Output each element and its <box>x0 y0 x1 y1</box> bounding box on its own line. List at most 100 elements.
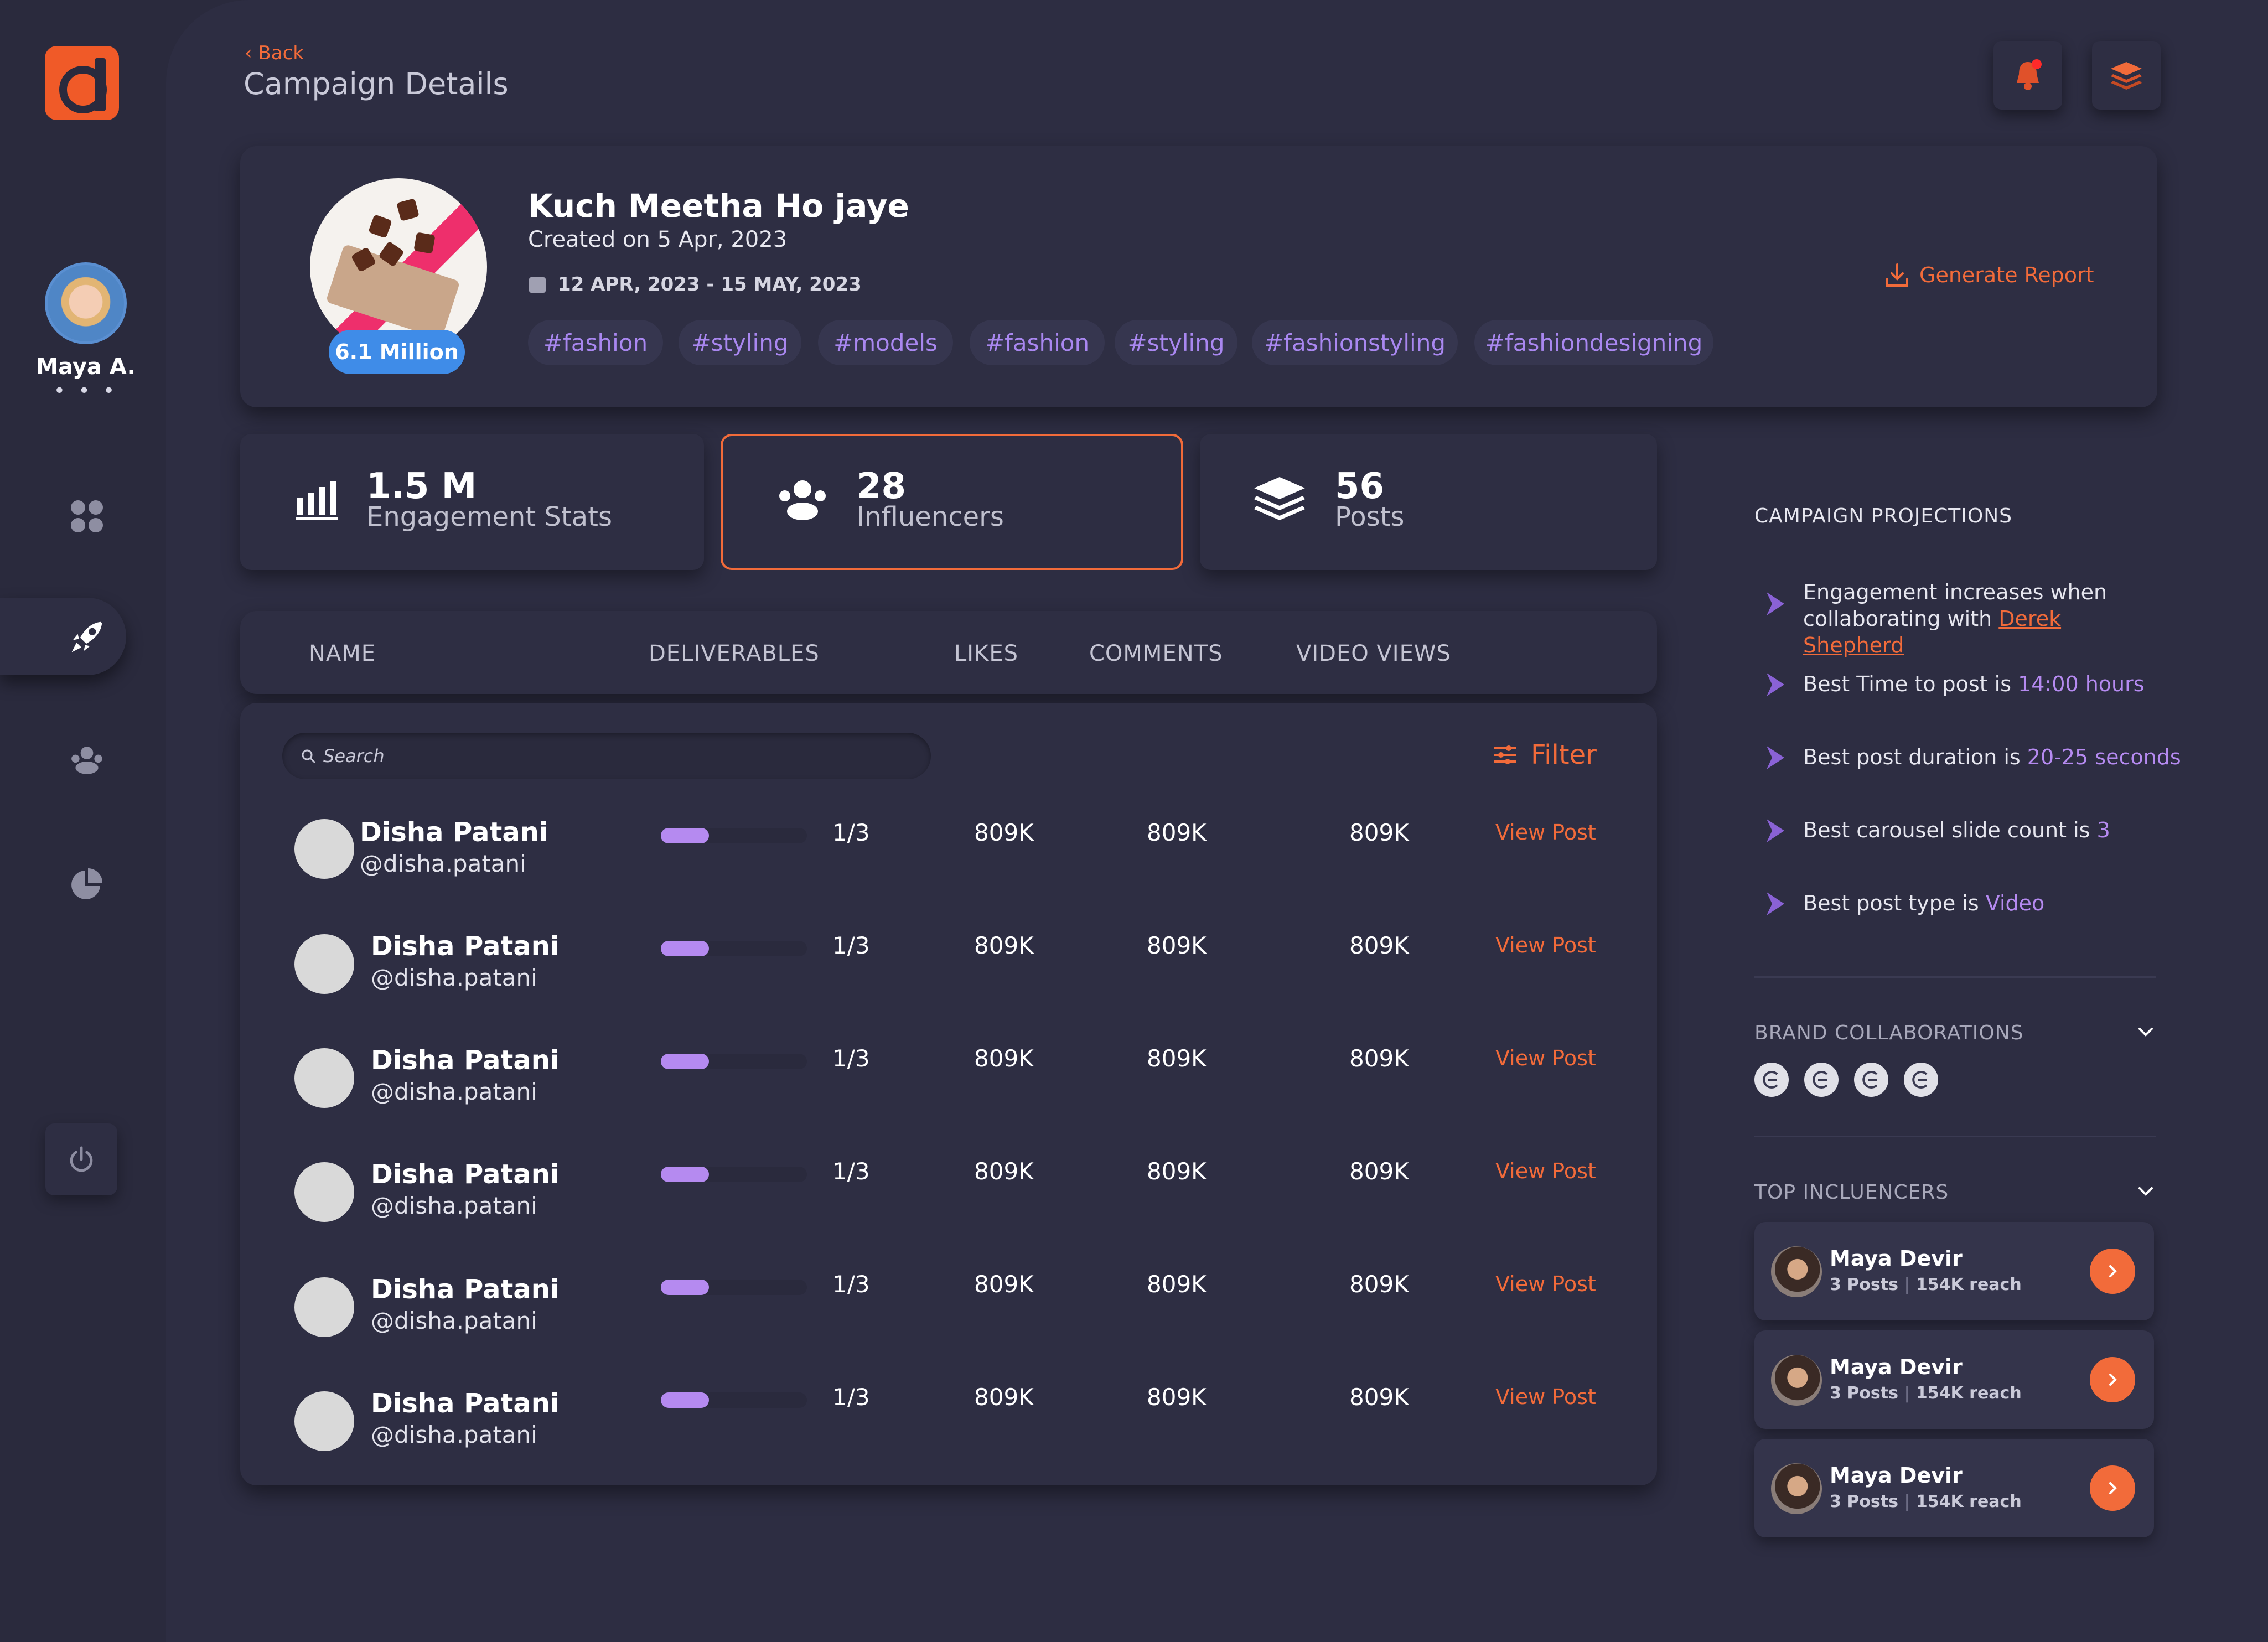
open-influencer-button[interactable] <box>2090 1249 2135 1294</box>
column-header-deliverables[interactable]: DELIVERABLES <box>649 641 820 666</box>
power-icon <box>70 1146 93 1172</box>
brand-logo[interactable] <box>1804 1063 1839 1097</box>
deliverables-progress <box>661 941 807 956</box>
logout-button[interactable] <box>45 1123 117 1195</box>
comments-value: 809K <box>1147 1384 1207 1411</box>
views-value: 809K <box>1349 932 1409 959</box>
top-influencer-card[interactable]: Maya Devir 3 Posts | 154K reach <box>1754 1222 2154 1320</box>
likes-value: 809K <box>974 1271 1034 1298</box>
play-chevron-icon <box>1767 819 1784 842</box>
deliverables-count: 1/3 <box>832 932 870 959</box>
bell-icon <box>2017 59 2042 90</box>
hashtag-chip[interactable]: #styling <box>1115 320 1237 365</box>
projection-highlight: 14:00 hours <box>2018 672 2145 696</box>
bar-chart-icon <box>296 479 338 524</box>
top-influencers-title: TOP INCLUENCERS <box>1754 1181 1949 1204</box>
chevron-right-icon <box>2109 1482 2117 1494</box>
hashtag-chip[interactable]: #models <box>818 320 953 365</box>
chevron-down-icon[interactable] <box>2136 1182 2155 1201</box>
influencer-meta: 3 Posts | 154K reach <box>1830 1275 2022 1294</box>
comments-value: 809K <box>1147 932 1207 959</box>
views-value: 809K <box>1349 1271 1409 1298</box>
analytics-pie-icon[interactable] <box>65 862 109 906</box>
top-influencer-card[interactable]: Maya Devir 3 Posts | 154K reach <box>1754 1439 2154 1537</box>
search-input[interactable]: Search <box>282 733 931 779</box>
open-influencer-button[interactable] <box>2090 1465 2135 1511</box>
brand-swirl-icon <box>1912 1071 1928 1089</box>
comments-value: 809K <box>1147 1271 1207 1298</box>
influencer-handle: @disha.patani <box>371 1192 537 1219</box>
hashtag-chip[interactable]: #fashionstyling <box>1252 320 1458 365</box>
likes-value: 809K <box>974 1384 1034 1411</box>
influencer-name: Disha Patani <box>371 1045 560 1076</box>
brand-logo[interactable] <box>1854 1063 1888 1097</box>
projection-text: Best carousel slide count is <box>1803 818 2097 842</box>
generate-report-button[interactable]: Generate Report <box>1885 262 2094 288</box>
brand-swirl-icon <box>1862 1071 1878 1089</box>
generate-report-label: Generate Report <box>1919 263 2094 287</box>
comments-value: 809K <box>1147 1045 1207 1072</box>
column-header-comments[interactable]: COMMENTS <box>1089 641 1223 666</box>
influencer-meta: 3 Posts | 154K reach <box>1830 1492 2022 1511</box>
chevron-down-icon[interactable] <box>2136 1023 2155 1042</box>
stat-label: Influencers <box>857 501 1004 532</box>
play-chevron-icon <box>1767 746 1784 769</box>
column-header-likes[interactable]: LIKES <box>954 641 1018 666</box>
influencer-name: Maya Devir <box>1830 1246 1963 1271</box>
notifications-button[interactable] <box>1993 41 2062 110</box>
hashtag-chip[interactable]: #fashiondesigning <box>1474 320 1713 365</box>
avatar[interactable] <box>45 262 127 344</box>
view-post-link[interactable]: View Post <box>1495 1272 1596 1296</box>
deliverables-count: 1/3 <box>832 1271 870 1298</box>
back-label: Back <box>258 42 304 64</box>
influencer-handle: @disha.patani <box>360 850 526 877</box>
influencer-name: Disha Patani <box>371 1159 560 1190</box>
stat-label: Engagement Stats <box>366 501 612 532</box>
hashtag-chip[interactable]: #styling <box>679 320 801 365</box>
sliders-icon <box>1494 745 1516 764</box>
page-title: Campaign Details <box>244 66 509 101</box>
view-post-link[interactable]: View Post <box>1495 1159 1596 1183</box>
deliverables-progress <box>661 1054 807 1069</box>
view-post-link[interactable]: View Post <box>1495 820 1596 845</box>
dashboard-icon[interactable] <box>65 494 109 538</box>
influencers-icon <box>776 478 829 525</box>
app-logo[interactable] <box>45 46 119 120</box>
view-post-link[interactable]: View Post <box>1495 1385 1596 1409</box>
influencer-handle: @disha.patani <box>371 964 537 991</box>
projection-highlight: 3 <box>2096 818 2110 842</box>
deliverables-count: 1/3 <box>832 1384 870 1411</box>
hashtag-chip[interactable]: #fashion <box>528 320 663 365</box>
view-post-link[interactable]: View Post <box>1495 1046 1596 1070</box>
search-icon <box>302 749 315 763</box>
filter-button[interactable]: Filter <box>1492 739 1597 770</box>
deliverables-count: 1/3 <box>832 1158 870 1185</box>
brand-swirl-icon <box>1813 1071 1828 1089</box>
views-value: 809K <box>1349 1045 1409 1072</box>
divider <box>1754 1136 2156 1137</box>
avatar <box>294 1048 354 1108</box>
campaigns-rocket-icon[interactable] <box>65 614 110 659</box>
influencers-icon[interactable] <box>65 739 109 783</box>
avatar <box>294 1277 354 1337</box>
deliverables-progress <box>661 1167 807 1182</box>
back-link[interactable]: ‹ Back <box>245 42 304 64</box>
deliverables-progress <box>661 1392 807 1408</box>
back-arrow-icon: ‹ <box>245 42 258 64</box>
layers-button[interactable] <box>2092 41 2161 110</box>
view-post-link[interactable]: View Post <box>1495 933 1596 957</box>
top-influencer-card[interactable]: Maya Devir 3 Posts | 154K reach <box>1754 1330 2154 1429</box>
projection-item: Best Time to post is 14:00 hours <box>1764 671 2145 698</box>
column-header-name[interactable]: NAME <box>309 641 376 666</box>
avatar <box>1771 1246 1822 1297</box>
column-header-video-views[interactable]: VIDEO VIEWS <box>1296 641 1451 666</box>
likes-value: 809K <box>974 819 1034 846</box>
stat-value: 1.5 M <box>366 466 477 507</box>
open-influencer-button[interactable] <box>2090 1357 2135 1402</box>
hashtag-chip[interactable]: #fashion <box>970 320 1105 365</box>
brand-logo[interactable] <box>1904 1063 1938 1097</box>
projection-item: Best post type is Video <box>1764 890 2044 918</box>
user-name: Maya A. <box>36 354 136 380</box>
user-menu-icon[interactable]: • • • <box>17 380 155 402</box>
brand-logo[interactable] <box>1754 1063 1789 1097</box>
